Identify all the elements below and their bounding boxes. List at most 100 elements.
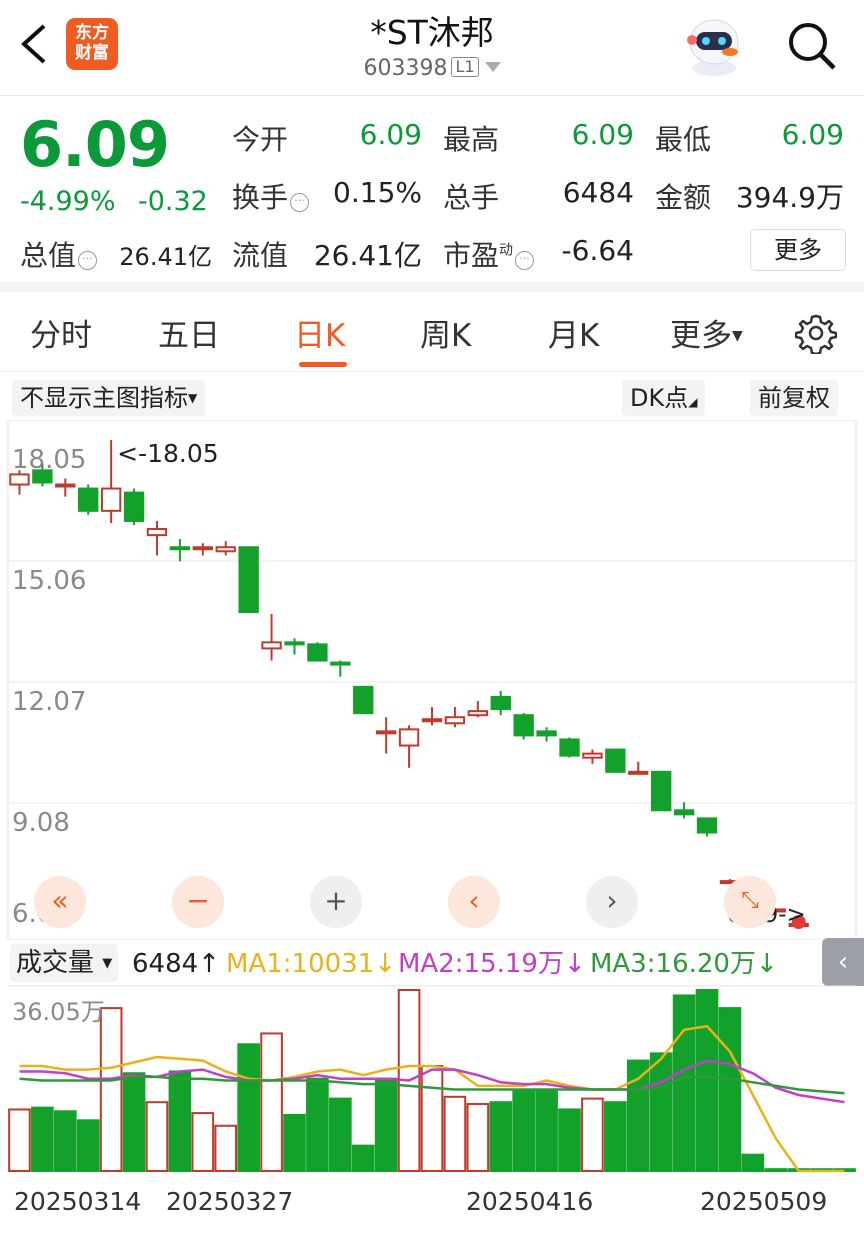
candle-body	[78, 487, 99, 512]
volume-bar	[329, 1097, 352, 1172]
ma3-value: MA3:16.20万↓	[590, 949, 778, 979]
candle	[651, 770, 672, 812]
pe-label[interactable]: 市盈动 ···	[443, 234, 535, 274]
volume-bar	[8, 1108, 31, 1172]
open-label: 今开	[232, 123, 289, 156]
last-price: 6.09	[20, 108, 170, 181]
candle-body	[169, 546, 191, 551]
candle	[490, 690, 511, 716]
ma1-value: MA1:10031↓	[226, 949, 397, 979]
volume-bar	[374, 1077, 398, 1172]
search-button[interactable]	[782, 16, 842, 76]
candle	[169, 539, 191, 562]
float-cap-value: 26.41亿	[313, 239, 422, 272]
volume-bar	[672, 994, 696, 1172]
candle	[146, 520, 168, 556]
mktcap-label[interactable]: 总值 ···	[20, 234, 98, 274]
candle-body	[215, 546, 236, 553]
y-axis-label: 12.07	[12, 687, 86, 717]
tab-daily-k[interactable]: 日K	[294, 310, 345, 355]
candle	[192, 543, 213, 556]
candlestick-chart[interactable]: 18.0515.0612.079.086.09 <-18.056.09->	[0, 420, 864, 940]
candle	[444, 707, 466, 728]
candle-body	[192, 546, 213, 551]
scroll-right-button[interactable]: ›	[586, 876, 638, 928]
collapse-panel-button[interactable]: ‹	[822, 938, 864, 986]
tab-intraday[interactable]: 分时	[30, 310, 92, 355]
volume-bar	[76, 1119, 100, 1172]
volume-bar	[191, 1112, 215, 1172]
scroll-left-button[interactable]: ‹	[448, 876, 500, 928]
dk-point-toggle[interactable]: DK点◢	[622, 380, 706, 416]
caret-down-icon: ▼	[102, 956, 113, 971]
volume-bar	[489, 1101, 513, 1172]
reset-view-button[interactable]: ⤡	[724, 876, 776, 928]
candle-body	[582, 752, 603, 759]
candle	[375, 717, 397, 754]
tab-weekly-k[interactable]: 周K	[420, 310, 471, 355]
turnover-label[interactable]: 换手 ···	[232, 176, 310, 216]
candle-body	[307, 643, 328, 662]
candle-body	[32, 469, 53, 484]
volume-label: 总手	[443, 181, 500, 214]
candle-body	[238, 546, 259, 613]
candle	[673, 802, 695, 819]
adjust-select[interactable]: 前复权	[750, 380, 838, 416]
volume-bar	[764, 1168, 788, 1172]
y-axis-label: 15.06	[12, 566, 86, 596]
more-quote-button[interactable]: 更多	[750, 229, 846, 271]
sub-indicator-label: 成交量	[16, 948, 95, 978]
volume-bar	[214, 1124, 238, 1172]
candle-body	[261, 641, 282, 650]
caret-down-icon: ▼	[188, 391, 198, 405]
turnover-label-text: 换手	[232, 181, 289, 214]
tab-five-day[interactable]: 五日	[158, 310, 220, 355]
stock-code: 603398	[363, 56, 448, 81]
candle-body	[444, 716, 466, 725]
info-icon: ···	[515, 251, 535, 270]
zoom-out-button[interactable]: −	[172, 876, 224, 928]
info-icon: ···	[78, 251, 98, 270]
pe-value: -6.64	[561, 234, 634, 267]
quote-panel: 6.09 -4.99% -0.32 今开 6.09 最高 6.09 最低 6.0…	[0, 96, 864, 292]
high-label: 最高	[443, 123, 500, 156]
scroll-far-left-button[interactable]: «	[34, 876, 86, 928]
tab-monthly-k[interactable]: 月K	[548, 310, 599, 355]
volume-bar	[53, 1110, 77, 1173]
chart-settings-button[interactable]	[794, 312, 838, 356]
pe-label-text: 市盈	[443, 239, 500, 272]
candles	[9, 440, 809, 927]
candle-body	[628, 770, 649, 775]
turnover-value: 0.15%	[333, 176, 422, 209]
candle-body	[9, 473, 30, 486]
volume-bar	[443, 1095, 467, 1173]
amount-value: 394.9万	[735, 181, 844, 214]
candle	[582, 749, 603, 764]
candle-body	[146, 528, 168, 537]
volume-bar	[512, 1088, 535, 1173]
volume-bar	[31, 1106, 54, 1173]
low-label: 最低	[655, 123, 712, 156]
caret-down-icon	[484, 62, 501, 72]
tab-more[interactable]: 更多▼	[670, 310, 743, 355]
candle-body	[375, 730, 397, 735]
volume-bar	[145, 1101, 169, 1172]
candle	[55, 478, 76, 497]
candle-body	[536, 730, 557, 737]
indicator-select[interactable]: 不显示主图指标▼	[12, 380, 206, 416]
candle-body	[696, 817, 718, 834]
sub-indicator-select[interactable]: 成交量 ▼	[10, 944, 119, 982]
zoom-in-button[interactable]: +	[310, 876, 362, 928]
candle	[78, 484, 99, 515]
volume-bar	[420, 1065, 444, 1173]
assistant-robot-icon[interactable]	[682, 12, 746, 78]
candle	[9, 470, 30, 495]
volume-current: 6484↑	[132, 949, 220, 979]
volume-bar	[695, 989, 719, 1172]
gear-icon	[794, 314, 838, 356]
candle	[628, 761, 649, 775]
dk-label: DK点	[630, 384, 689, 412]
mktcap-value: 26.41亿	[119, 243, 212, 271]
volume-bar	[581, 1097, 604, 1172]
candle	[330, 660, 351, 677]
